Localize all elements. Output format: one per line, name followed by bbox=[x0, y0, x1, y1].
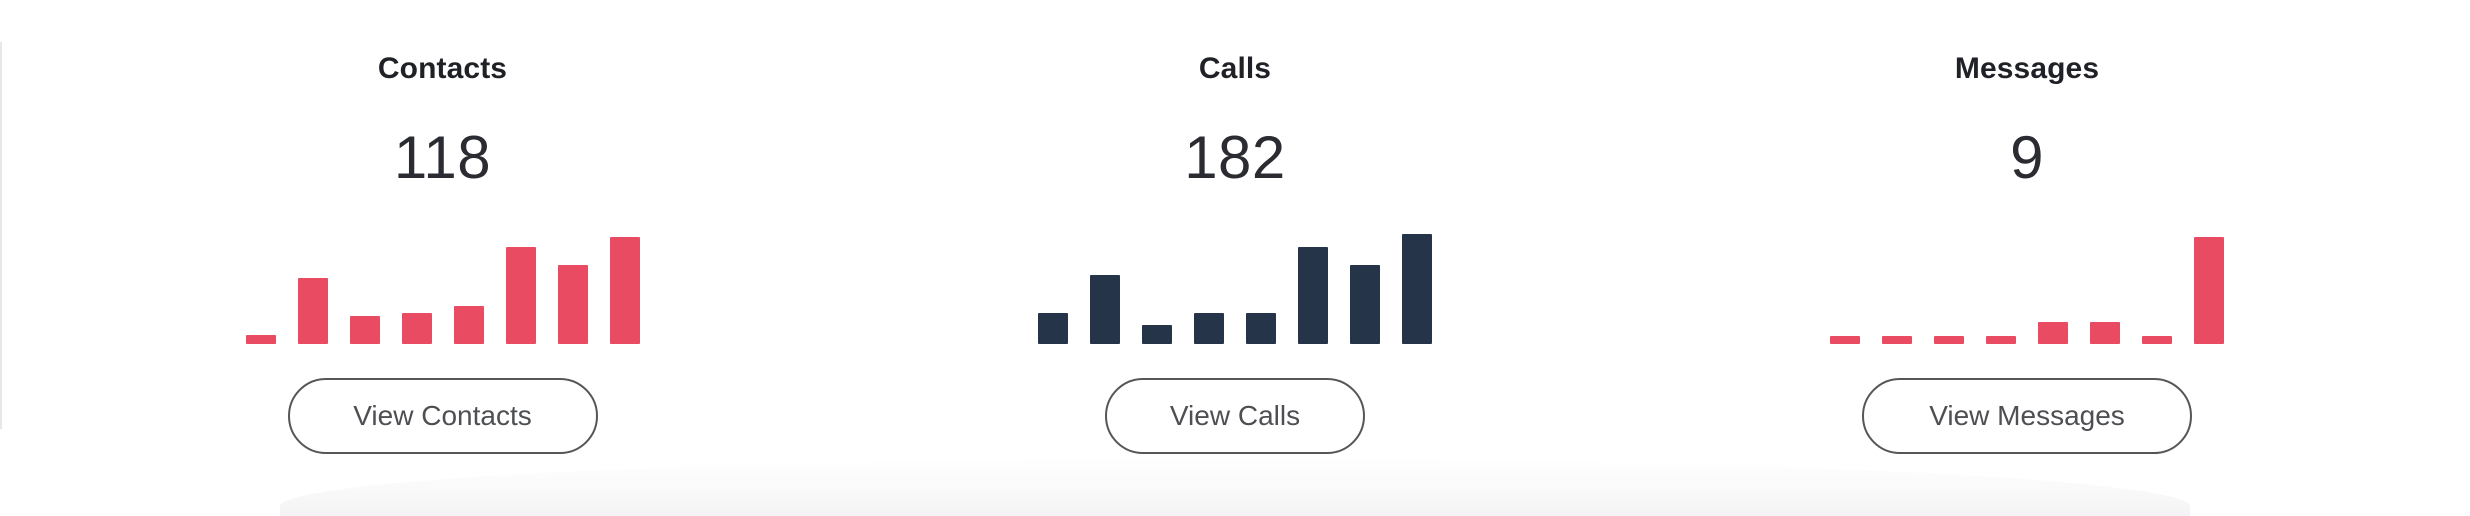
sparkline-bar bbox=[1882, 336, 1912, 344]
sparkline-bar bbox=[297, 278, 328, 344]
sparkline-bar bbox=[1350, 265, 1380, 344]
sparkline-bar bbox=[1830, 336, 1860, 344]
stats-panel-contacts: Contacts 118 View Contacts bbox=[46, 0, 839, 516]
sparkline-bar bbox=[1934, 336, 1964, 344]
sparkline-bar bbox=[1038, 313, 1068, 344]
stats-panel-messages: Messages 9 View Messages bbox=[1631, 0, 2423, 516]
sparkline-chart-calls bbox=[1038, 234, 1432, 344]
sparkline-bar bbox=[1246, 313, 1276, 344]
panel-title-messages: Messages bbox=[1954, 52, 2100, 85]
sparkline-bar bbox=[453, 306, 484, 344]
view-calls-button[interactable]: View Calls bbox=[1105, 378, 1365, 454]
stats-panel-group: Contacts 118 View Contacts Calls 182 Vie… bbox=[0, 0, 2470, 516]
view-messages-button[interactable]: View Messages bbox=[1862, 378, 2192, 454]
sparkline-bar bbox=[505, 247, 536, 344]
sparkline-bar bbox=[557, 265, 588, 344]
sparkline-bar bbox=[2038, 322, 2068, 344]
sparkline-bar bbox=[1142, 325, 1172, 344]
panel-value-calls: 182 bbox=[1184, 124, 1286, 191]
sparkline-chart-contacts bbox=[245, 234, 640, 344]
stats-panel-calls: Calls 182 View Calls bbox=[839, 0, 1631, 516]
sparkline-bar bbox=[245, 335, 276, 344]
panel-value-contacts: 118 bbox=[393, 124, 492, 191]
panel-title-contacts: Contacts bbox=[377, 52, 508, 85]
sparkline-bar bbox=[1402, 234, 1432, 344]
panel-divider-right bbox=[0, 42, 2, 429]
sparkline-bar bbox=[401, 313, 432, 344]
sparkline-bar bbox=[1090, 275, 1120, 344]
sparkline-bar bbox=[1986, 336, 2016, 344]
stats-summary-card: Contacts 118 View Contacts Calls 182 Vie… bbox=[0, 0, 2470, 516]
sparkline-bar bbox=[2142, 336, 2172, 344]
panel-value-messages: 9 bbox=[2010, 124, 2044, 191]
sparkline-bar bbox=[2090, 322, 2120, 344]
view-contacts-button[interactable]: View Contacts bbox=[287, 378, 598, 454]
sparkline-bar bbox=[609, 237, 640, 344]
panel-title-calls: Calls bbox=[1198, 52, 1272, 85]
sparkline-bar bbox=[2194, 237, 2224, 344]
sparkline-chart-messages bbox=[1830, 234, 2224, 344]
sparkline-bar bbox=[1194, 313, 1224, 344]
sparkline-bar bbox=[349, 316, 380, 344]
sparkline-bar bbox=[1298, 247, 1328, 344]
